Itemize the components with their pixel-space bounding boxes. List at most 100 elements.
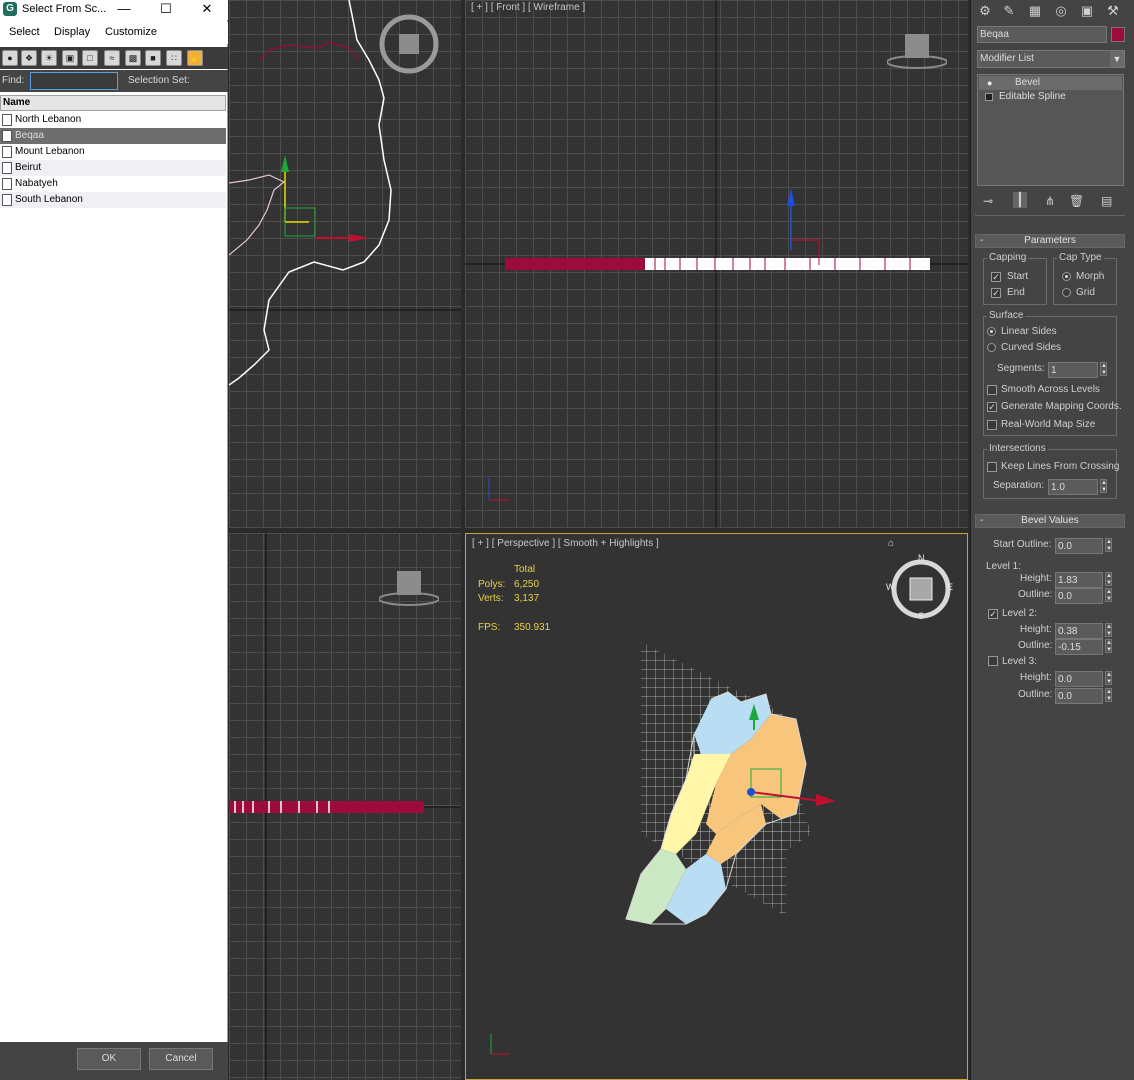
level3-height-field[interactable] <box>1055 671 1103 687</box>
level3-outline-label: Outline: <box>1018 689 1053 700</box>
helpers-filter-icon[interactable]: □ <box>82 50 98 66</box>
menu-display[interactable]: Display <box>54 26 90 38</box>
modify-tab-icon[interactable]: ✎ <box>999 3 1019 21</box>
lightbulb-icon[interactable]: ● <box>987 76 992 90</box>
separation-label: Separation: <box>993 480 1045 491</box>
dialog-button-bar: OK Cancel <box>0 1042 228 1080</box>
top-viewport[interactable] <box>229 0 461 528</box>
top-viewport-geometry <box>229 0 461 386</box>
show-end-result-icon[interactable]: ┃ <box>1013 192 1027 208</box>
level3-outline-spinner-icon[interactable]: ▲ ▼ <box>1105 688 1112 702</box>
keep-lines-label: Keep Lines From Crossing <box>1001 461 1120 472</box>
level2-checkbox[interactable]: ✓ <box>988 609 998 619</box>
display-tab-icon[interactable]: ▣ <box>1077 3 1097 21</box>
bones-filter-icon[interactable]: ∷ <box>166 50 182 66</box>
front-viewport[interactable]: [ + ] [ Front ] [ Wireframe ] <box>465 0 968 528</box>
xrefs-filter-icon[interactable]: ■ <box>145 50 161 66</box>
cameras-filter-icon[interactable]: ▣ <box>62 50 78 66</box>
hierarchy-tab-icon[interactable]: ▦ <box>1025 3 1045 21</box>
level1-height-spinner-icon[interactable]: ▲ ▼ <box>1105 572 1112 586</box>
curved-sides-radio[interactable] <box>987 343 996 352</box>
level3-checkbox[interactable] <box>988 656 998 666</box>
menu-customize[interactable]: Customize <box>105 26 157 38</box>
pin-stack-icon[interactable]: ⊸ <box>983 194 993 208</box>
geometry-filter-icon[interactable]: ● <box>2 50 18 66</box>
hand-filter-icon[interactable]: ✋ <box>187 50 203 66</box>
minimize-icon[interactable]: — <box>110 0 138 20</box>
dialog-titlebar: G Select From Sc... — ☐ ✕ <box>0 0 228 20</box>
list-item[interactable]: Nabatyeh <box>0 176 226 192</box>
find-input[interactable] <box>30 72 118 90</box>
list-item[interactable]: North Lebanon <box>0 112 226 128</box>
make-unique-icon[interactable]: ⋔ <box>1045 194 1055 208</box>
list-item[interactable]: Beirut <box>0 160 226 176</box>
level2-outline-field[interactable] <box>1055 639 1103 655</box>
capping-label: Capping <box>987 252 1029 263</box>
smooth-across-levels-checkbox[interactable] <box>987 385 997 395</box>
stack-item-bevel[interactable]: ● Bevel <box>979 76 1122 90</box>
grid-label: Grid <box>1076 287 1095 298</box>
expand-icon[interactable] <box>985 93 993 101</box>
bevel-values-rollout-header[interactable]: - Bevel Values <box>975 514 1125 528</box>
morph-radio[interactable] <box>1062 272 1071 281</box>
cancel-button[interactable]: Cancel <box>149 1048 213 1070</box>
level2-outline-label: Outline: <box>1018 640 1053 651</box>
motion-tab-icon[interactable]: ◎ <box>1051 3 1071 21</box>
sun-icon[interactable]: ⚙ <box>975 3 995 21</box>
perspective-viewport[interactable]: [ + ] [ Perspective ] [ Smooth + Highlig… <box>465 533 968 1080</box>
close-icon[interactable]: ✕ <box>193 0 221 20</box>
grid-radio[interactable] <box>1062 288 1071 297</box>
remove-modifier-icon[interactable]: 🗑 <box>1069 194 1084 208</box>
level1-height-field[interactable] <box>1055 572 1103 588</box>
start-label: Start <box>1007 271 1029 282</box>
real-world-map-size-checkbox[interactable] <box>987 420 997 430</box>
left-viewport[interactable] <box>229 533 461 1080</box>
stack-item-editable-spline[interactable]: Editable Spline <box>979 90 1122 104</box>
start-outline-spinner-icon[interactable]: ▲ ▼ <box>1105 538 1112 552</box>
level2-height-field[interactable] <box>1055 623 1103 639</box>
utilities-tab-icon[interactable]: ⚒ <box>1103 3 1123 21</box>
modifier-list-dropdown[interactable]: Modifier List ▼ <box>977 50 1125 68</box>
level2-height-spinner-icon[interactable]: ▲ ▼ <box>1105 623 1112 637</box>
segments-spinner-icon[interactable]: ▲ ▼ <box>1100 362 1107 376</box>
list-item[interactable]: Mount Lebanon <box>0 144 226 160</box>
separation-field[interactable] <box>1048 479 1098 495</box>
shape-icon <box>2 114 12 126</box>
list-item[interactable]: South Lebanon <box>0 192 226 208</box>
object-name-field[interactable] <box>977 26 1107 43</box>
level1-outline-spinner-icon[interactable]: ▲ ▼ <box>1105 588 1112 602</box>
menu-select[interactable]: Select <box>9 26 40 38</box>
spacewarps-filter-icon[interactable]: ≈ <box>104 50 120 66</box>
level2-outline-spinner-icon[interactable]: ▲ ▼ <box>1105 639 1112 653</box>
groups-filter-icon[interactable]: ▩ <box>125 50 141 66</box>
front-view-cube-icon[interactable] <box>887 24 947 84</box>
level3-height-label: Height: <box>1020 672 1052 683</box>
segments-field[interactable] <box>1048 362 1098 378</box>
list-item[interactable]: Beqaa <box>0 128 226 144</box>
top-view-cube-icon[interactable] <box>379 14 439 74</box>
generate-mapping-coords-checkbox[interactable]: ✓ <box>987 402 997 412</box>
level1-height-label: Height: <box>1020 573 1052 584</box>
viewcube-compass-icon[interactable]: N S E W <box>886 553 954 622</box>
keep-lines-checkbox[interactable] <box>987 462 997 472</box>
ok-button[interactable]: OK <box>77 1048 141 1070</box>
level3-height-spinner-icon[interactable]: ▲ ▼ <box>1105 671 1112 685</box>
lights-filter-icon[interactable]: ☀ <box>41 50 57 66</box>
separation-spinner-icon[interactable]: ▲ ▼ <box>1100 479 1107 493</box>
parameters-rollout-header[interactable]: - Parameters <box>975 234 1125 248</box>
configure-modifier-sets-icon[interactable]: ▤ <box>1101 194 1112 208</box>
shapes-filter-icon[interactable]: ❖ <box>21 50 37 66</box>
maximize-icon[interactable]: ☐ <box>152 0 180 20</box>
segments-label: Segments: <box>997 363 1045 374</box>
end-checkbox[interactable]: ✓ <box>991 288 1001 298</box>
level3-outline-field[interactable] <box>1055 688 1103 704</box>
level1-outline-field[interactable] <box>1055 588 1103 604</box>
start-outline-field[interactable] <box>1055 538 1103 554</box>
object-color-swatch[interactable] <box>1111 27 1125 42</box>
left-view-cube-icon[interactable] <box>379 561 439 621</box>
name-column-header[interactable]: Name <box>0 95 226 111</box>
start-checkbox[interactable]: ✓ <box>991 272 1001 282</box>
modifier-stack: ● Bevel Editable Spline <box>977 74 1124 186</box>
linear-sides-radio[interactable] <box>987 327 996 336</box>
compass-west-label: W <box>886 582 895 592</box>
